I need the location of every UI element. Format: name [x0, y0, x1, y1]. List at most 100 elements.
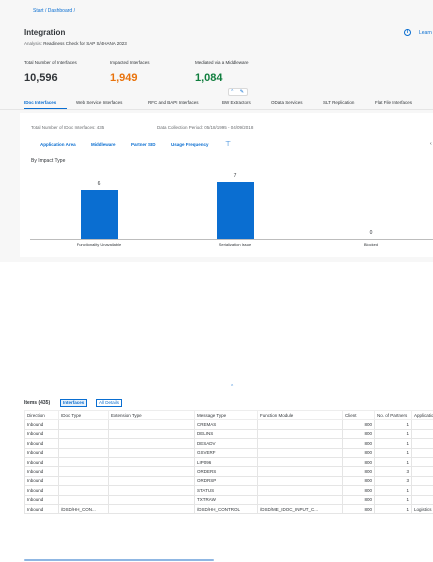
scroll-up-icon[interactable]: ⌃ [230, 384, 234, 390]
table-cell: 1 [374, 494, 412, 505]
filter-middleware[interactable]: Middleware [91, 142, 116, 147]
table-cell [257, 447, 343, 458]
breadcrumb[interactable]: Start / Dashboard / [33, 8, 75, 14]
column-header[interactable]: No. of Partners [374, 409, 412, 421]
table-cell [108, 438, 195, 449]
table-cell: LIP096 [194, 456, 258, 468]
table-cell: 800 [342, 419, 375, 430]
table-cell: 1 [374, 438, 412, 449]
table-cell [411, 466, 433, 477]
table-cell: /DSD/HH_CON... [58, 503, 109, 515]
collapse-header-button[interactable]: ⌃ ✎ [228, 88, 248, 96]
tab-odata-services[interactable]: OData Services [271, 100, 303, 105]
table-cell [108, 485, 195, 496]
chart-bar[interactable] [216, 182, 254, 239]
table-cell [108, 494, 195, 505]
tab-bw-extractors[interactable]: BW Extractors [222, 100, 251, 105]
table-cell: 800 [342, 494, 375, 505]
learn-more-link[interactable]: Learn [419, 30, 432, 36]
table-cell: 1 [374, 485, 412, 496]
tab-flat-file-interfaces[interactable]: Flat File Interfaces [375, 100, 412, 105]
table-row[interactable]: Inbound TXTRAW 800 1 [24, 494, 433, 505]
total-idoc-label: Total Number of IDoc Interfaces: 435 [31, 125, 105, 130]
table-cell: Inbound [24, 494, 59, 505]
table-cell: GSVERF [194, 447, 258, 458]
table-cell [108, 466, 195, 477]
filter-icon[interactable]: ⊤ [225, 140, 231, 148]
chevron-left-icon[interactable]: ‹ [430, 141, 432, 147]
bar-value-label: 7 [233, 173, 237, 179]
table-cell [108, 419, 195, 430]
table-cell [257, 419, 343, 430]
table-cell: CREMAS [194, 419, 258, 430]
kpi-total-value: 10,596 [24, 72, 58, 84]
table-cell [411, 447, 433, 458]
table-cell: 800 [342, 475, 375, 487]
table-cell [58, 438, 109, 449]
tab-rfc-bapi-interfaces[interactable]: RFC and BAPI Interfaces [148, 100, 199, 105]
page-title: Integration [24, 28, 66, 37]
table-cell: /DSD/HH_CONTROL [194, 503, 258, 515]
column-header[interactable]: Function Module [257, 409, 343, 421]
subtitle-prefix: Analysis: [24, 41, 43, 46]
table-row[interactable]: Inbound/DSD/HH_CON... /DSD/HH_CONTROL/DSD… [24, 503, 433, 515]
table-row[interactable]: Inbound STATUS 800 1 [24, 485, 433, 496]
column-header[interactable]: Application [411, 409, 433, 421]
chart-bar[interactable] [80, 190, 118, 239]
header-area: Start / Dashboard / Integration Analysis… [0, 0, 433, 262]
table-cell [411, 456, 433, 468]
table-cell: Inbound [24, 485, 59, 496]
table-cell: 800 [342, 466, 375, 477]
table-cell [411, 428, 433, 440]
table-cell [58, 466, 109, 477]
table-cell [411, 475, 433, 487]
column-header[interactable]: Client [342, 409, 375, 421]
table-cell [411, 419, 433, 430]
bar-value-label: 6 [97, 181, 101, 187]
table-row[interactable]: Inbound DELINS 800 1 [24, 428, 433, 440]
table-cell: Inbound [24, 428, 59, 440]
table-row[interactable]: Inbound GSVERF 800 1 [24, 447, 433, 458]
table-row[interactable]: Inbound LIP096 800 1 [24, 456, 433, 468]
table-row[interactable]: Inbound DESADV 800 1 [24, 438, 433, 449]
category-label: Functionality Unavailable [76, 242, 122, 247]
table-cell [257, 485, 343, 496]
tab-idoc-interfaces[interactable]: IDoc Interfaces [24, 100, 56, 105]
filter-application-area[interactable]: Application Area [40, 142, 76, 147]
tab-web-service-interfaces[interactable]: Web Service Interfaces [76, 100, 122, 105]
table-cell: ORDRSP [194, 475, 258, 487]
table-cell [257, 466, 343, 477]
table-cell: 800 [342, 428, 375, 440]
kpi-mediated-value: 1,084 [195, 72, 223, 84]
table-row[interactable]: Inbound ORDERS 800 3 [24, 466, 433, 477]
column-header[interactable]: IDoc Type [58, 409, 109, 421]
column-header[interactable]: Message Type [194, 409, 258, 421]
chart-title: By Impact Type [31, 158, 66, 164]
table-cell [58, 475, 109, 487]
column-header[interactable]: Direction [24, 409, 59, 421]
table-cell [58, 428, 109, 440]
segment-interfaces[interactable]: Interfaces [60, 399, 88, 407]
info-icon[interactable]: i [404, 29, 411, 36]
segment-all-details[interactable]: All Details [96, 399, 123, 407]
table-cell: DELINS [194, 428, 258, 440]
horizontal-scrollbar[interactable] [24, 559, 214, 561]
table-cell [257, 456, 343, 468]
table-cell: 1 [374, 447, 412, 458]
table-row[interactable]: Inbound CREMAS 800 1 [24, 419, 433, 430]
table-cell: Inbound [24, 503, 59, 515]
tab-slt-replication[interactable]: SLT Replication [323, 100, 354, 105]
idoc-panel: Total Number of IDoc Interfaces: 435 Dat… [20, 113, 433, 257]
table-cell: Inbound [24, 456, 59, 468]
table-cell: 3 [374, 466, 412, 477]
table-row[interactable]: Inbound ORDRSP 800 3 [24, 475, 433, 487]
subtitle-value: Readiness Check for SAP S/4HANA 2023 [43, 41, 127, 46]
filter-partner-sid[interactable]: Partner SID [131, 142, 156, 147]
tab-bar: IDoc Interfaces Web Service Interfaces R… [0, 96, 433, 110]
table-cell: Inbound [24, 447, 59, 458]
kpi-total-label: Total Number of Interfaces [24, 60, 77, 65]
table-cell [257, 475, 343, 487]
filter-usage-frequency[interactable]: Usage Frequency [171, 142, 209, 147]
column-header[interactable]: Extension Type [108, 409, 195, 421]
table-cell: 800 [342, 503, 375, 515]
